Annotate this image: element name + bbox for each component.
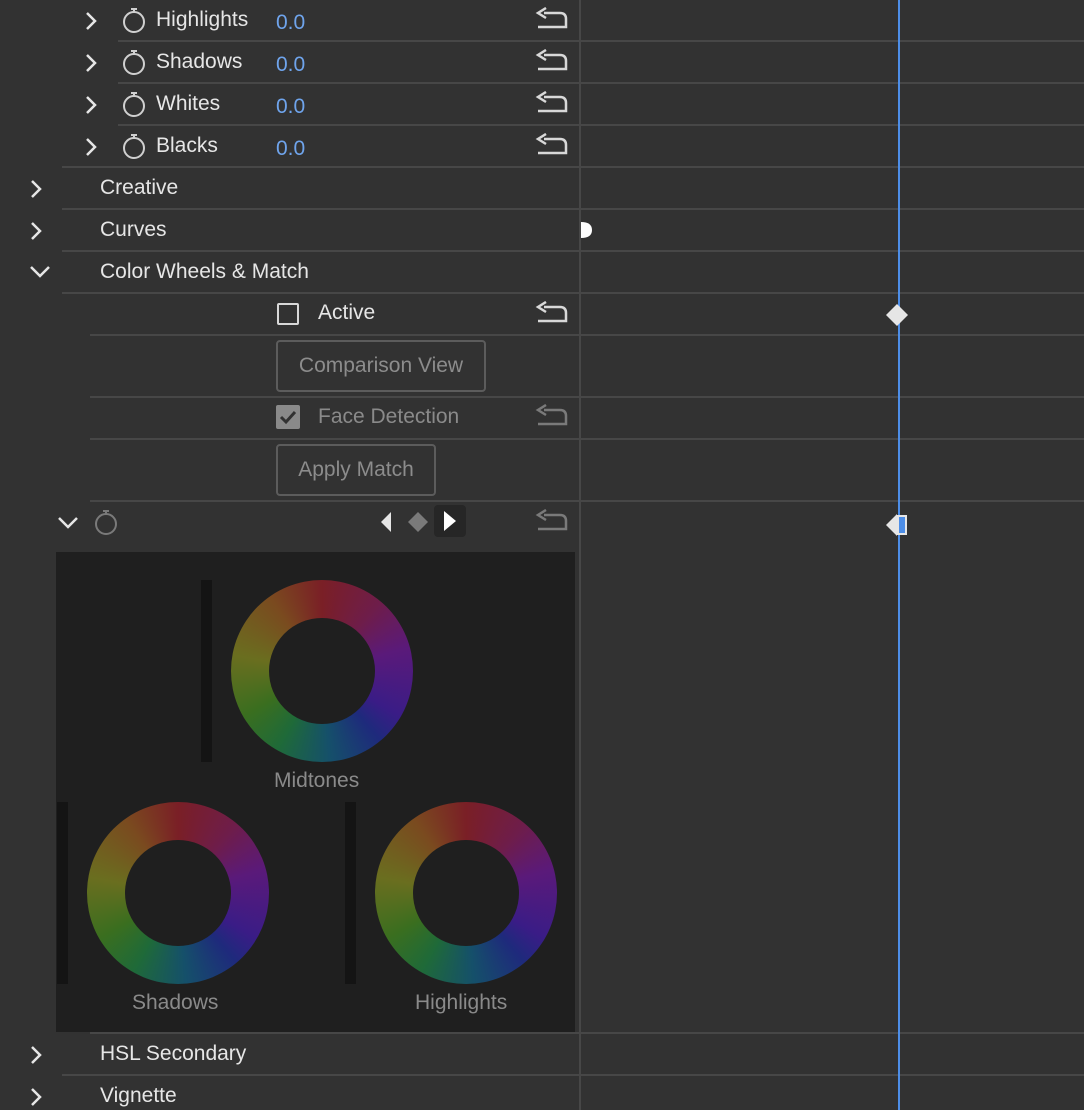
divider [90, 500, 1084, 502]
previous-keyframe-icon[interactable] [378, 510, 394, 534]
chevron-right-icon[interactable] [84, 11, 98, 31]
clip-start-marker-icon [581, 222, 592, 238]
value-field[interactable]: 0.0 [276, 96, 305, 117]
reset-icon[interactable] [534, 133, 570, 159]
row-label: Shadows [156, 50, 243, 73]
chevron-right-icon[interactable] [84, 137, 98, 157]
section-title: HSL Secondary [100, 1042, 247, 1065]
divider [118, 40, 580, 42]
next-keyframe-button[interactable] [434, 505, 466, 537]
reset-icon[interactable] [534, 91, 570, 117]
face-detection-label: Face Detection [318, 405, 460, 428]
midtones-wheel[interactable] [231, 580, 413, 762]
divider [62, 1074, 1084, 1076]
section-title: Vignette [100, 1084, 177, 1107]
section-title: Creative [100, 176, 179, 199]
divider [90, 396, 1084, 398]
active-label: Active [318, 301, 376, 324]
chevron-right-icon[interactable] [29, 1087, 43, 1107]
divider [62, 166, 580, 168]
stopwatch-icon[interactable] [121, 48, 147, 76]
stopwatch-icon[interactable] [121, 90, 147, 118]
shadows-label: Shadows [132, 991, 219, 1014]
highlights-wheel[interactable] [375, 802, 557, 984]
stopwatch-icon[interactable] [121, 132, 147, 160]
comparison-view-button[interactable]: Comparison View [276, 340, 486, 392]
value-field[interactable]: 0.0 [276, 138, 305, 159]
midtones-luma-slider[interactable] [201, 580, 212, 762]
timeline-divider [581, 166, 1084, 168]
chevron-right-icon[interactable] [29, 221, 43, 241]
divider [62, 208, 580, 210]
value-field[interactable]: 0.0 [276, 12, 305, 33]
value-field[interactable]: 0.0 [276, 54, 305, 75]
divider [90, 438, 1084, 440]
chevron-right-icon[interactable] [29, 1045, 43, 1065]
playhead[interactable] [898, 0, 900, 1110]
divider [90, 334, 1084, 336]
timeline-divider [581, 82, 1084, 84]
checkmark-icon [279, 410, 297, 425]
timeline-divider [581, 250, 1084, 252]
active-checkbox[interactable] [277, 303, 299, 325]
divider [90, 1032, 1084, 1034]
keyframe-diamond-icon[interactable] [885, 513, 909, 537]
next-keyframe-icon [444, 511, 456, 531]
section-title: Curves [100, 218, 167, 241]
wheel-center [125, 840, 231, 946]
chevron-down-icon[interactable] [29, 264, 51, 280]
chevron-right-icon[interactable] [29, 179, 43, 199]
row-label: Blacks [156, 134, 218, 157]
highlights-luma-slider[interactable] [345, 802, 356, 984]
divider [118, 124, 580, 126]
section-title: Color Wheels & Match [100, 260, 309, 283]
reset-icon[interactable] [534, 7, 570, 33]
divider [62, 250, 580, 252]
row-label: Whites [156, 92, 221, 115]
stopwatch-icon[interactable] [121, 6, 147, 34]
wheel-center [413, 840, 519, 946]
reset-icon[interactable] [534, 404, 570, 430]
color-wheels-panel: Midtones Shadows Highlights [56, 552, 575, 1032]
shadows-luma-slider[interactable] [57, 802, 68, 984]
keyframe-diamond-icon[interactable] [885, 303, 909, 327]
keyframe-diamond-icon[interactable] [406, 511, 430, 533]
wheel-center [269, 618, 375, 724]
reset-icon[interactable] [534, 509, 570, 535]
row-label: Highlights [156, 8, 249, 31]
apply-match-button[interactable]: Apply Match [276, 444, 436, 496]
shadows-wheel[interactable] [87, 802, 269, 984]
highlights-label: Highlights [415, 991, 508, 1014]
timeline-divider [581, 124, 1084, 126]
reset-icon[interactable] [534, 301, 570, 327]
divider [118, 82, 580, 84]
reset-icon[interactable] [534, 49, 570, 75]
chevron-down-icon[interactable] [57, 515, 79, 531]
chevron-right-icon[interactable] [84, 53, 98, 73]
timeline-divider [581, 208, 1084, 210]
chevron-right-icon[interactable] [84, 95, 98, 115]
timeline-divider [581, 40, 1084, 42]
face-detection-checkbox[interactable] [276, 405, 300, 429]
midtones-label: Midtones [274, 769, 360, 792]
divider [62, 292, 1084, 294]
stopwatch-icon[interactable] [93, 508, 119, 536]
